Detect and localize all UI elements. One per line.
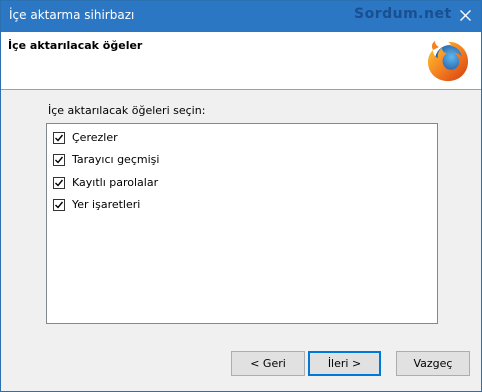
title-bar[interactable]: İçe aktarma sihirbazı Sordum.net [1,1,481,32]
history-checkbox[interactable] [53,154,65,166]
item-label: Yer işaretleri [72,198,141,211]
checkmark-icon [55,134,64,142]
checkmark-icon [55,179,64,187]
passwords-checkbox[interactable] [53,177,65,189]
section-label: İçe aktarılacak öğeleri seçin: [48,104,206,117]
window-title: İçe aktarma sihirbazı [9,8,135,22]
next-button[interactable]: İleri > [308,351,381,376]
checkmark-icon [55,156,64,164]
list-item-cookies[interactable]: Çerezler [53,130,353,148]
checkmark-icon [55,201,64,209]
wizard-header: İçe aktarılacak öğeler [1,32,481,90]
close-icon [460,10,471,21]
import-wizard-window: İçe aktarma sihirbazı Sordum.net İçe akt… [0,0,482,392]
firefox-logo-icon [428,41,469,82]
items-checklist[interactable]: Çerezler Tarayıcı geçmişi Kayıtlı parola… [46,123,438,324]
page-title: İçe aktarılacak öğeler [8,39,143,52]
item-label: Çerezler [72,131,118,144]
item-label: Tarayıcı geçmişi [72,153,160,166]
bookmarks-checkbox[interactable] [53,199,65,211]
watermark: Sordum.net [354,6,452,22]
back-button[interactable]: < Geri [231,351,305,376]
list-item-history[interactable]: Tarayıcı geçmişi [53,152,353,170]
item-label: Kayıtlı parolalar [72,176,159,189]
list-item-bookmarks[interactable]: Yer işaretleri [53,197,353,215]
cancel-button[interactable]: Vazgeç [396,351,470,376]
close-button[interactable] [452,5,480,27]
list-item-passwords[interactable]: Kayıtlı parolalar [53,175,353,193]
cookies-checkbox[interactable] [53,132,65,144]
